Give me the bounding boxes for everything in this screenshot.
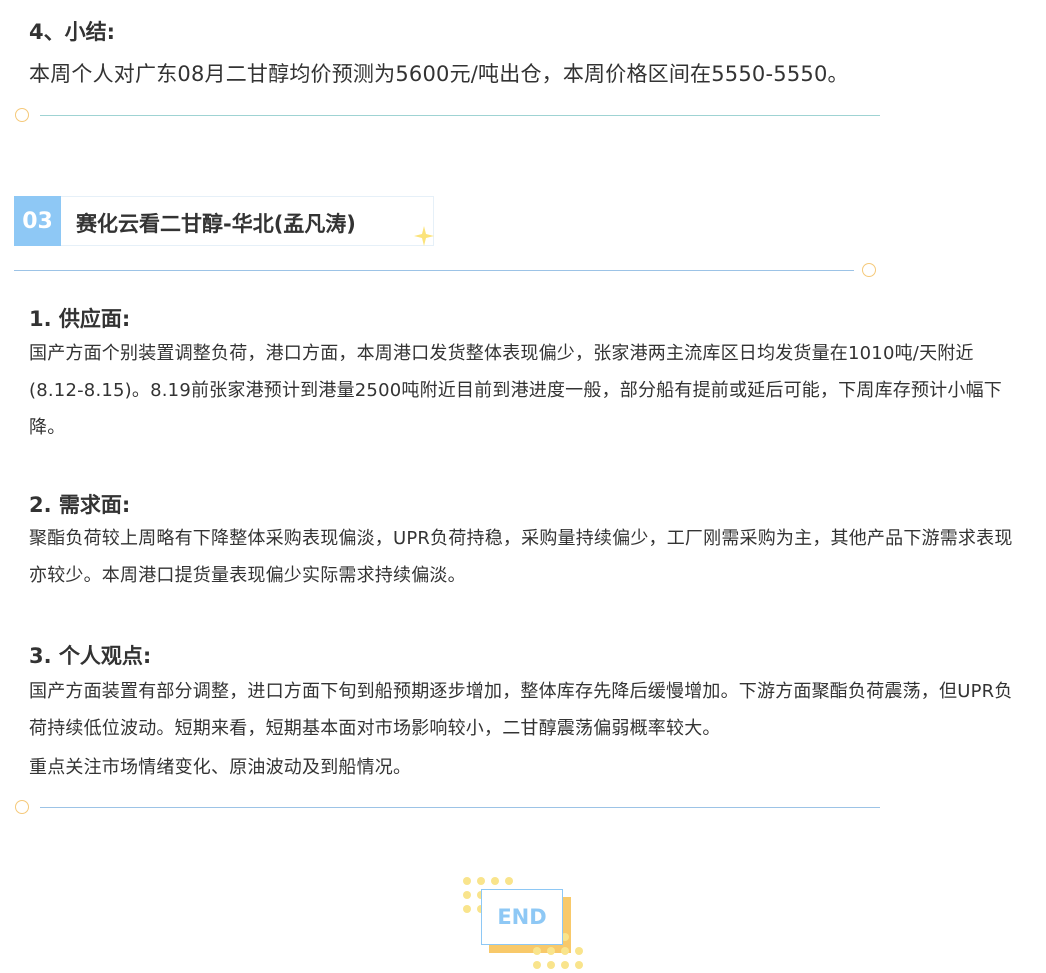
end-decoration: END	[463, 877, 593, 973]
dot	[547, 961, 555, 969]
summary-heading: 4、小结:	[29, 20, 116, 44]
opinion-heading: 3. 个人观点:	[29, 644, 152, 668]
sparkle-icon	[413, 225, 435, 247]
end-label: END	[481, 889, 563, 945]
divider-line	[40, 807, 880, 808]
dot	[533, 961, 541, 969]
dot	[463, 877, 471, 885]
divider-line	[14, 270, 854, 271]
dot	[463, 891, 471, 899]
opinion-text-2: 重点关注市场情绪变化、原油波动及到船情况。	[29, 757, 412, 778]
supply-heading: 1. 供应面:	[29, 307, 131, 331]
section-title: 赛化云看二甘醇-华北(孟凡涛)	[76, 212, 356, 236]
dot	[561, 947, 569, 955]
dot	[575, 947, 583, 955]
summary-text: 本周个人对广东08月二甘醇均价预测为5600元/吨出仓，本周价格区间在5550-…	[29, 62, 849, 86]
dot	[547, 947, 555, 955]
opinion-text: 国产方面装置有部分调整，进口方面下旬到船预期逐步增加，整体库存先降后缓慢增加。下…	[29, 681, 1013, 739]
supply-text: 国产方面个别装置调整负荷，港口方面，本周港口发货整体表现偏少，张家港两主流库区日…	[29, 343, 1002, 438]
dot	[491, 877, 499, 885]
dot	[561, 961, 569, 969]
demand-heading: 2. 需求面:	[29, 493, 131, 517]
divider-circle-icon	[15, 108, 29, 122]
divider-circle-icon	[15, 800, 29, 814]
dot	[463, 905, 471, 913]
demand-text: 聚酯负荷较上周略有下降整体采购表现偏淡，UPR负荷持稳，采购量持续偏少，工厂刚需…	[29, 528, 1013, 586]
divider-circle-icon	[862, 263, 876, 277]
dot	[477, 877, 485, 885]
divider-line	[40, 115, 880, 116]
dot	[575, 961, 583, 969]
section-number-badge: 03	[14, 196, 61, 246]
dot	[533, 947, 541, 955]
dot	[505, 877, 513, 885]
